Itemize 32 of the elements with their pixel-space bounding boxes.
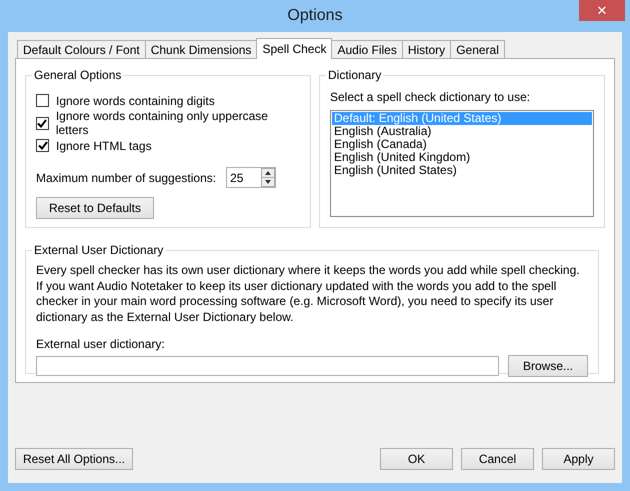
dialog-button[interactable]: Apply	[542, 448, 615, 470]
browse-button[interactable]: Browse...	[508, 355, 588, 377]
field-label: External user dictionary:	[36, 337, 166, 351]
spin-arrows-icon[interactable]	[261, 168, 276, 187]
tab[interactable]: History	[402, 40, 452, 58]
checkbox-label: Ignore words containing only uppercase letters	[56, 109, 269, 138]
checkbox-label: Ignore words containing digits	[56, 94, 215, 108]
checkbox-label: Ignore HTML tags	[56, 138, 152, 153]
checkbox[interactable]	[36, 116, 49, 130]
tab[interactable]: General	[450, 40, 505, 58]
dictionary-prompt: Select a spell check dictionary to use:	[330, 90, 532, 104]
group-title: Dictionary	[327, 68, 382, 82]
group-title: External User Dictionary	[33, 243, 164, 257]
dictionary-item[interactable]: English (United Kingdom)	[332, 151, 592, 164]
window-title: Options	[287, 7, 343, 25]
group-title: General Options	[33, 68, 122, 82]
close-button[interactable]: ✕	[579, 0, 625, 21]
dictionary-path-field[interactable]	[36, 356, 499, 376]
tab[interactable]: Default Colours / Font	[17, 40, 146, 58]
dictionary-item[interactable]: English (United States)	[332, 164, 592, 177]
suggestions-label: Maximum number of suggestions:	[36, 170, 216, 184]
dictionary-item[interactable]: English (Canada)	[332, 138, 592, 151]
reset-all-button[interactable]: Reset All Options...	[15, 448, 133, 470]
suggestions-spinbox[interactable]: 25	[226, 167, 276, 188]
description-text: Every spell checker has its own user dictionary where it keeps the words you add while spell checking. If you want Audio Notetaker to keep its user dictionary updated with the words you add to the spell checker in your main word processing software (e.g. Microsoft Word), you need to specify its user dictionary as the External User Dictionary below.	[36, 263, 581, 325]
dialog-button[interactable]: OK	[380, 448, 453, 470]
checkbox[interactable]	[36, 94, 49, 108]
checkbox[interactable]	[36, 139, 49, 152]
reset-defaults-button[interactable]: Reset to Defaults	[36, 197, 154, 219]
dictionary-item[interactable]: English (Australia)	[332, 125, 592, 138]
tab[interactable]: Spell Check	[256, 38, 332, 59]
dialog-button[interactable]: Cancel	[461, 448, 534, 470]
